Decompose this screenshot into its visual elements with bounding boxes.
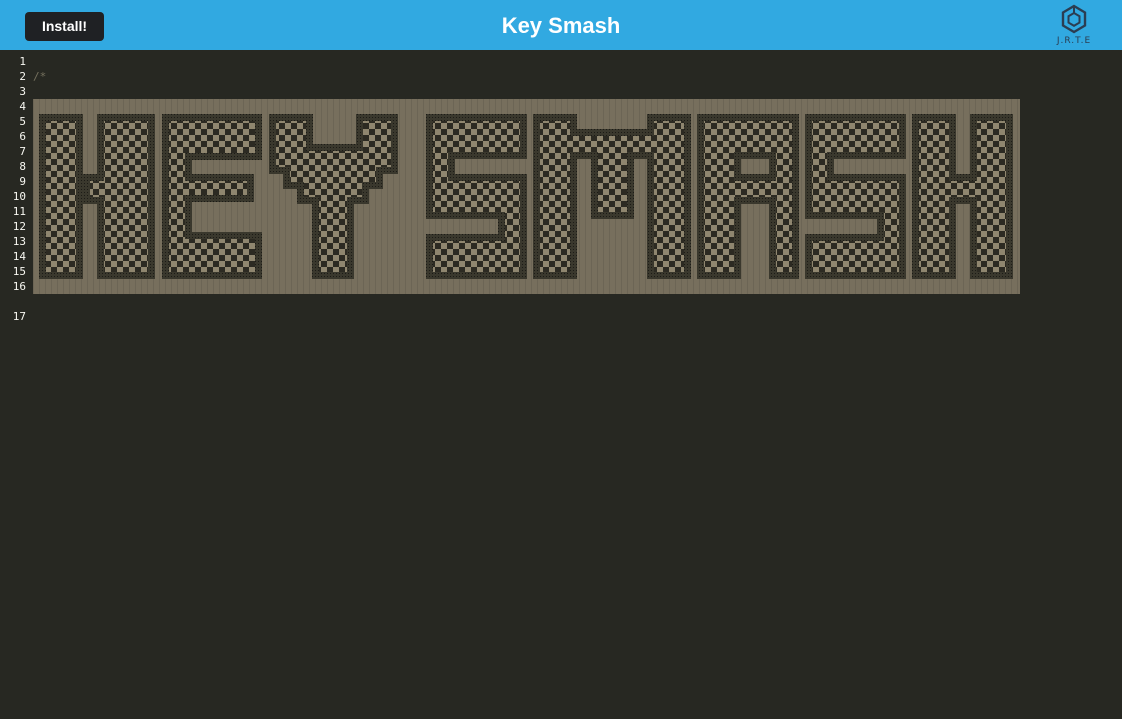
- line-number: 12: [12, 220, 26, 233]
- line-number-gutter: 1 2 3 4 5 6 7 8 9 10 11 12 13 14 15 16 17: [0, 50, 30, 719]
- app-header: Install! Key Smash J.R.T.E: [0, 0, 1122, 50]
- logo-text: J.R.T.E: [1056, 36, 1092, 46]
- line-number: 6: [19, 130, 26, 143]
- letter-e: [162, 114, 262, 279]
- jrte-logo: J.R.T.E: [1050, 4, 1098, 48]
- line-number: 7: [19, 145, 26, 158]
- line-number: 2: [19, 70, 26, 83]
- code-comment-open: /*: [33, 70, 47, 83]
- ascii-art-block: [33, 99, 1020, 294]
- letter-s: [426, 114, 527, 279]
- line-number: 3: [19, 85, 26, 98]
- letter-a: [697, 114, 799, 279]
- install-button[interactable]: Install!: [25, 12, 104, 41]
- key-smash-ascii-art: [39, 114, 1013, 279]
- line-number: 10: [12, 190, 26, 203]
- letter-s-2: [805, 114, 906, 279]
- app-title: Key Smash: [501, 13, 621, 38]
- jrte-cube-icon: [1061, 4, 1087, 34]
- line-number: 1: [19, 55, 26, 68]
- line-number: 17: [12, 310, 26, 323]
- line-number: 16: [12, 280, 26, 293]
- letter-h: [912, 114, 1013, 279]
- letter-m: [533, 114, 691, 279]
- line-number: 14: [12, 250, 26, 263]
- line-number: 8: [19, 160, 26, 173]
- line-number: 5: [19, 115, 26, 128]
- code-editor[interactable]: 1 2 3 4 5 6 7 8 9 10 11 12 13 14 15 16 17 /*: [0, 50, 1122, 719]
- line-number: 9: [19, 175, 26, 188]
- line-number: 15: [12, 265, 26, 278]
- line-number: 4: [19, 100, 26, 113]
- letter-k: [39, 114, 155, 279]
- letter-y: [269, 114, 398, 279]
- line-number: 11: [12, 205, 26, 218]
- line-number: 13: [12, 235, 26, 248]
